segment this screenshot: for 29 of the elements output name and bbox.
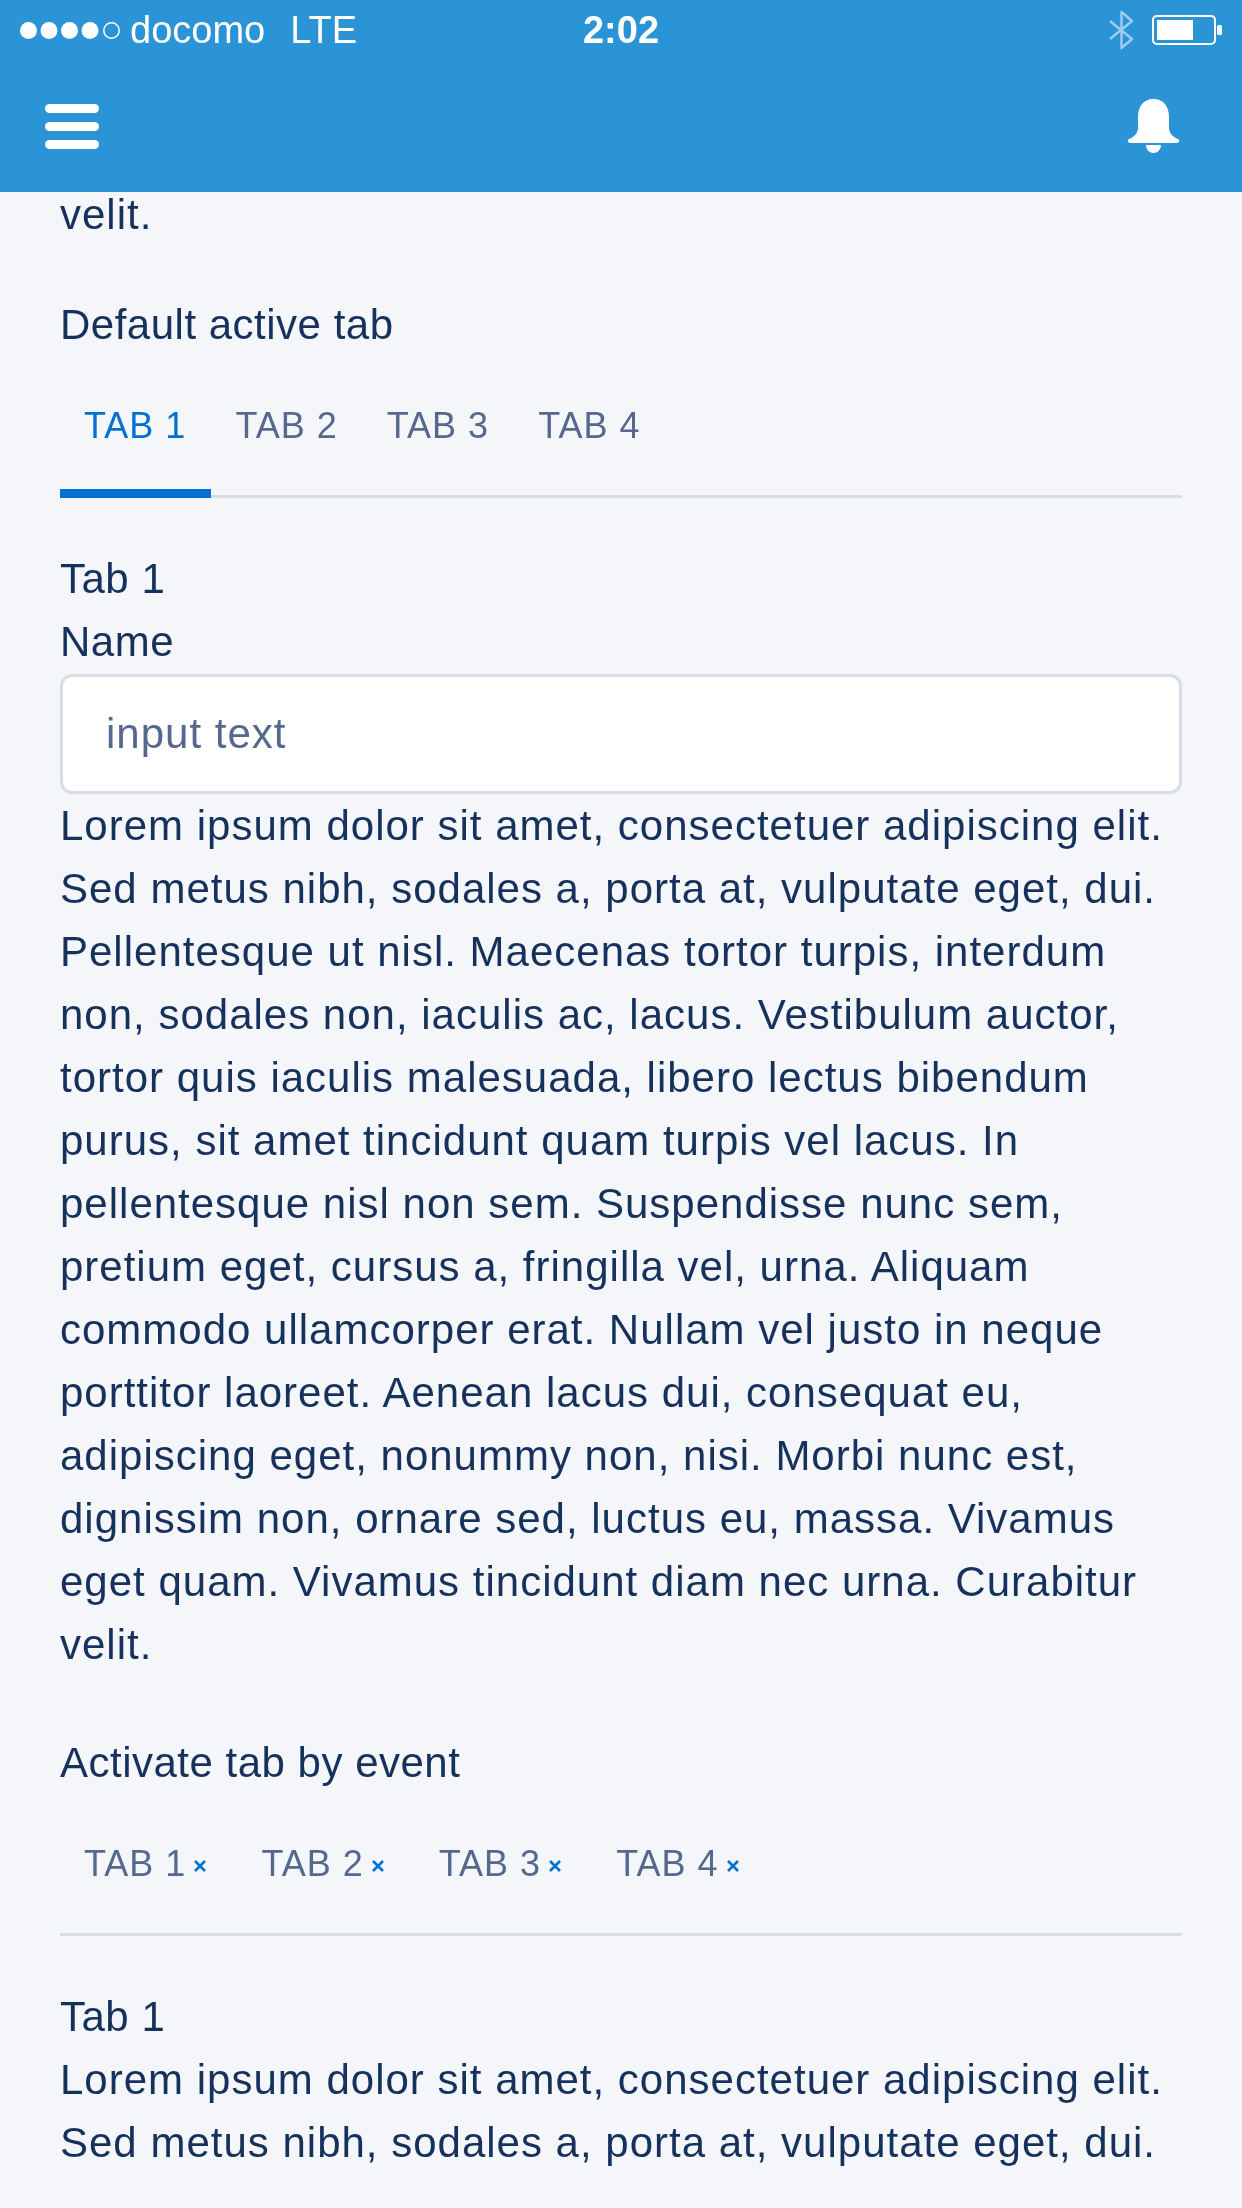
menu-icon[interactable] — [45, 103, 99, 149]
section-heading: Activate tab by event — [60, 1738, 461, 1788]
notification-bell-icon[interactable] — [1127, 99, 1180, 153]
bluetooth-icon — [1108, 10, 1135, 50]
section-heading: Default active tab — [60, 300, 394, 350]
paragraph-text: Lorem ipsum dolor sit amet, consectetuer adipiscing elit. Sed metus nibh, sodales a, porta at, vulputate eget, dui. Pellentesque ut nisl. Maecenas tortor turpis, interdum non, sodales non, iaculis ac, lacus. Vestibulum auctor, tortor quis iaculis malesuada, libero lectus bibendum purus, sit amet tincidunt quam turpis vel lacus. In pellentesque nisl non sem. Suspendisse nunc sem, pretium eget, cursus a, fringilla vel, urna. Aliquam commodo ullamcorper erat. Nullam vel justo in neque porttitor laoreet. Aenean lacus dui, consequat eu, adipiscing eget, nonummy non, nisi. Morbi nunc est, dignissim non, ornare sed, luctus eu, massa. Vivamus eget quam. Vivamus tincidunt diam nec urna. Curabitur velit. — [60, 801, 1164, 1670]
panel-title: Tab 1 — [60, 554, 166, 604]
tab[interactable]: TAB 3 — [362, 378, 515, 498]
tab[interactable]: TAB 4 — [514, 378, 666, 498]
text-input[interactable]: input text — [60, 674, 1182, 794]
tab[interactable]: TAB 4 — [592, 1816, 770, 1936]
clock-time: 2:02 — [582, 8, 660, 52]
paragraph-text: Lorem ipsum dolor sit amet, consectetuer adipiscing elit. Sed metus nibh, sodales a, porta at, vulputate eget, dui. — [60, 2055, 1164, 2168]
network-label: LTE — [290, 8, 358, 52]
close-icon[interactable] — [194, 1860, 207, 1872]
carrier-label: docomo — [130, 8, 266, 52]
close-icon[interactable] — [371, 1860, 384, 1872]
panel-title: Tab 1 — [60, 1992, 166, 2042]
tab[interactable]: TAB 1 — [60, 1816, 238, 1936]
field-label: Name — [60, 617, 175, 667]
tab[interactable]: TAB 2 — [211, 378, 363, 498]
battery-icon — [1152, 15, 1222, 45]
tab[interactable]: TAB 2 — [237, 1816, 415, 1936]
signal-strength-icon — [20, 21, 121, 39]
paragraph-text: velit. — [60, 192, 153, 238]
close-icon[interactable] — [726, 1860, 739, 1872]
tab[interactable]: TAB 3 — [414, 1816, 593, 1936]
tab[interactable]: TAB 1 — [60, 378, 212, 498]
close-icon[interactable] — [549, 1860, 562, 1872]
